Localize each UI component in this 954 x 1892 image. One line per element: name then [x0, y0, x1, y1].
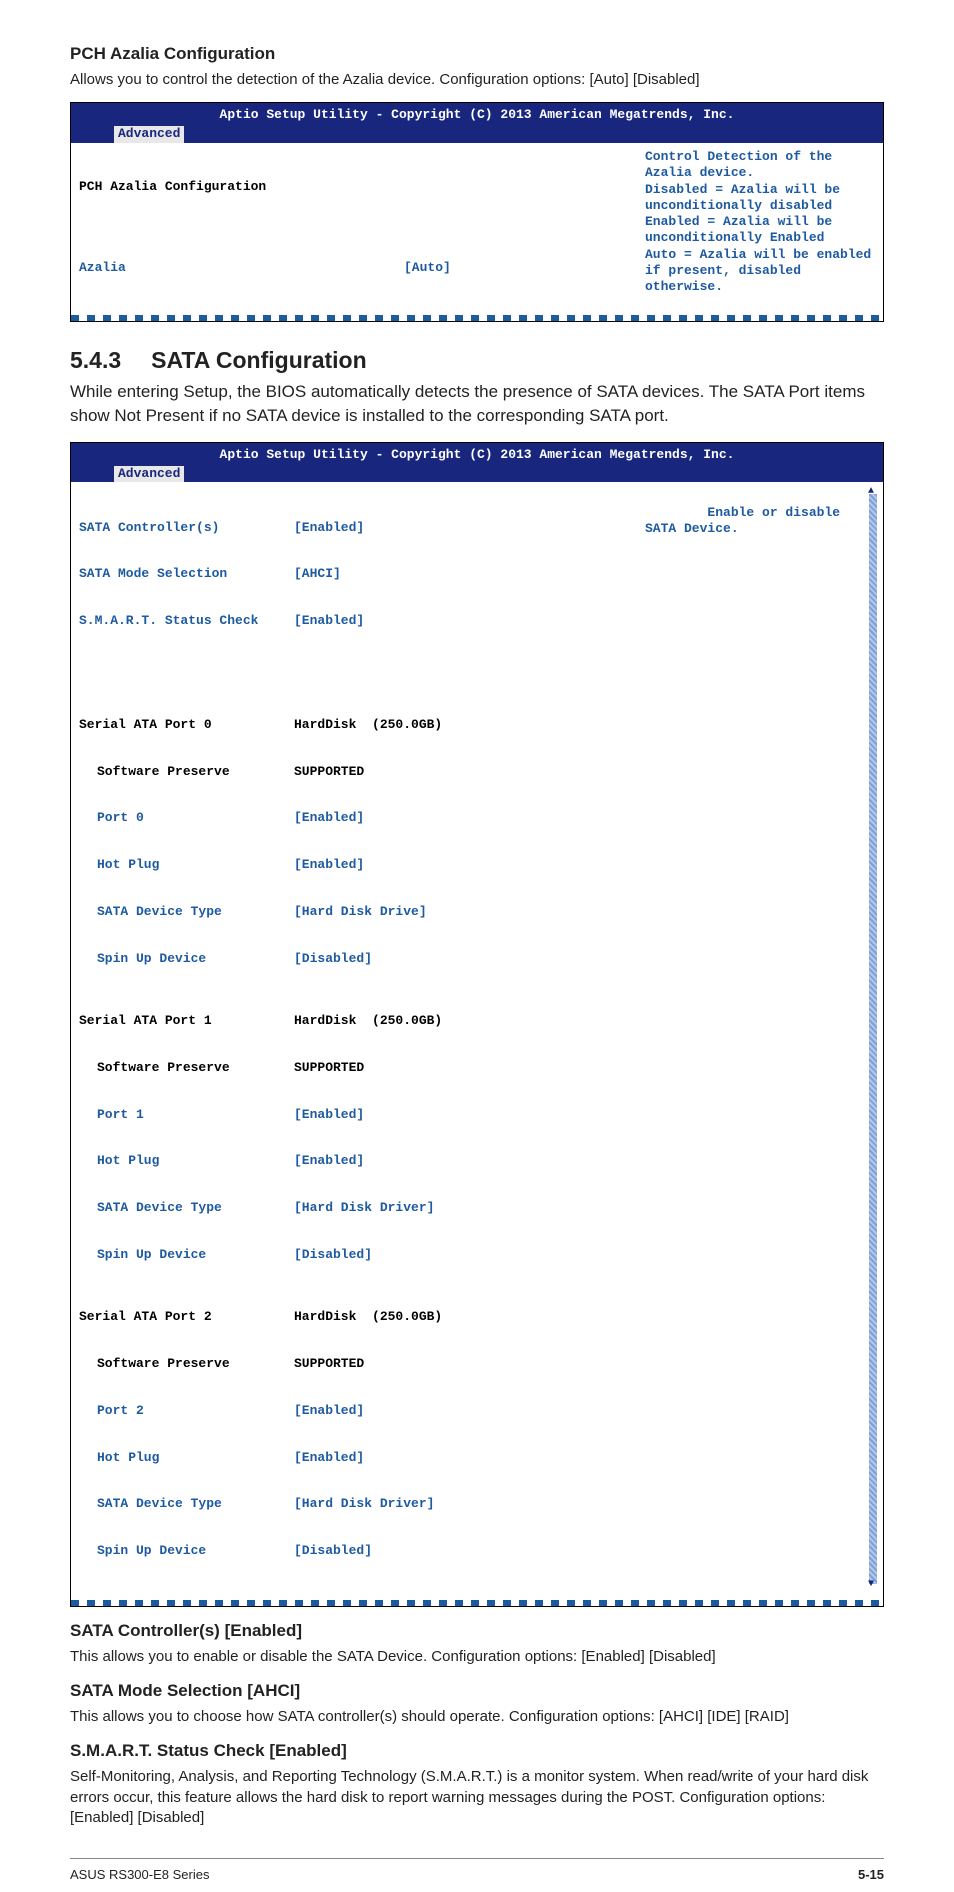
sata-controller-heading: SATA Controller(s) [Enabled]	[70, 1621, 884, 1641]
pch-desc: Allows you to control the detection of t…	[70, 70, 884, 90]
bios1-help: Control Detection of the Azalia device. …	[645, 149, 875, 305]
bios-screenshot-pch: Aptio Setup Utility - Copyright (C) 2013…	[70, 102, 884, 322]
bios2-p0-sw-v: SUPPORTED	[294, 764, 364, 780]
sata-controller-desc: This allows you to enable or disable the…	[70, 1647, 884, 1667]
pch-heading: PCH Azalia Configuration	[70, 44, 884, 64]
arrow-down-icon: ▼	[868, 1579, 874, 1592]
bios-screenshot-sata: Aptio Setup Utility - Copyright (C) 2013…	[70, 442, 884, 1607]
smart-desc: Self-Monitoring, Analysis, and Reporting…	[70, 1767, 884, 1828]
bios2-p0-hot-l: Hot Plug	[79, 857, 294, 873]
bios2-smart-v: [Enabled]	[294, 613, 364, 629]
bios2-smart-l: S.M.A.R.T. Status Check	[79, 613, 294, 629]
bios2-bottom-divider	[71, 1600, 883, 1606]
bios2-p1-l: Serial ATA Port 1	[79, 1013, 294, 1029]
bios2-p0-sw-l: Software Preserve	[79, 764, 294, 780]
bios1-title: Aptio Setup Utility - Copyright (C) 2013…	[79, 107, 875, 124]
footer-left: ASUS RS300-E8 Series	[70, 1867, 209, 1882]
bios2-tab-advanced: Advanced	[114, 466, 184, 483]
bios2-p2-type-v: [Hard Disk Driver]	[294, 1496, 434, 1512]
sata-mode-desc: This allows you to choose how SATA contr…	[70, 1707, 884, 1727]
bios2-sata-mode-l: SATA Mode Selection	[79, 566, 294, 582]
bios2-p2-hot-v: [Enabled]	[294, 1450, 364, 1466]
bios2-p0-l: Serial ATA Port 0	[79, 717, 294, 733]
bios2-p2-l: Serial ATA Port 2	[79, 1309, 294, 1325]
bios2-sata-controller-l: SATA Controller(s)	[79, 520, 294, 536]
bios2-p1-port-l: Port 1	[79, 1107, 294, 1123]
bios2-p2-hot-l: Hot Plug	[79, 1450, 294, 1466]
bios1-azalia-label: Azalia	[79, 260, 294, 275]
bios2-p1-type-v: [Hard Disk Driver]	[294, 1200, 434, 1216]
bios2-p1-hot-v: [Enabled]	[294, 1153, 364, 1169]
bios2-p2-sw-v: SUPPORTED	[294, 1356, 364, 1372]
bios2-scroll-track: ▲ ▼	[869, 494, 877, 1584]
section-intro: While entering Setup, the BIOS automatic…	[70, 380, 884, 428]
bios2-title: Aptio Setup Utility - Copyright (C) 2013…	[79, 447, 875, 464]
arrow-up-icon: ▲	[868, 486, 874, 499]
bios2-p0-port-v: [Enabled]	[294, 810, 364, 826]
bios2-p1-v: HardDisk (250.0GB)	[294, 1013, 442, 1029]
bios2-p0-type-l: SATA Device Type	[79, 904, 294, 920]
bios2-p1-sw-l: Software Preserve	[79, 1060, 294, 1076]
bios1-azalia-value: [Auto]	[404, 260, 451, 275]
bios2-p1-type-l: SATA Device Type	[79, 1200, 294, 1216]
bios2-p1-port-v: [Enabled]	[294, 1107, 364, 1123]
sata-mode-heading: SATA Mode Selection [AHCI]	[70, 1681, 884, 1701]
footer-page-number: 5-15	[858, 1867, 884, 1882]
bios2-p2-port-l: Port 2	[79, 1403, 294, 1419]
bios2-p2-sw-l: Software Preserve	[79, 1356, 294, 1372]
bios2-p2-type-l: SATA Device Type	[79, 1496, 294, 1512]
bios2-p1-spin-v: [Disabled]	[294, 1247, 372, 1263]
bios2-sata-mode-v: [AHCI]	[294, 566, 341, 582]
bios2-p0-v: HardDisk (250.0GB)	[294, 717, 442, 733]
bios2-p2-v: HardDisk (250.0GB)	[294, 1309, 442, 1325]
bios1-tab-advanced: Advanced	[114, 126, 184, 143]
bios2-p1-hot-l: Hot Plug	[79, 1153, 294, 1169]
bios2-p2-port-v: [Enabled]	[294, 1403, 364, 1419]
smart-heading: S.M.A.R.T. Status Check [Enabled]	[70, 1741, 884, 1761]
bios1-bottom-divider	[71, 315, 883, 321]
section-title: SATA Configuration	[151, 347, 366, 374]
bios2-p1-sw-v: SUPPORTED	[294, 1060, 364, 1076]
bios2-p0-type-v: [Hard Disk Drive]	[294, 904, 427, 920]
bios2-p0-spin-l: Spin Up Device	[79, 951, 294, 967]
bios2-p0-hot-v: [Enabled]	[294, 857, 364, 873]
bios2-p2-spin-l: Spin Up Device	[79, 1543, 294, 1559]
bios1-row-pchconfig: PCH Azalia Configuration	[79, 179, 294, 194]
bios2-p1-spin-l: Spin Up Device	[79, 1247, 294, 1263]
bios2-p0-spin-v: [Disabled]	[294, 951, 372, 967]
section-number: 5.4.3	[70, 347, 121, 374]
bios2-help: Enable or disable SATA Device.	[645, 505, 848, 536]
bios2-p0-port-l: Port 0	[79, 810, 294, 826]
bios2-sata-controller-v: [Enabled]	[294, 520, 364, 536]
bios2-p2-spin-v: [Disabled]	[294, 1543, 372, 1559]
